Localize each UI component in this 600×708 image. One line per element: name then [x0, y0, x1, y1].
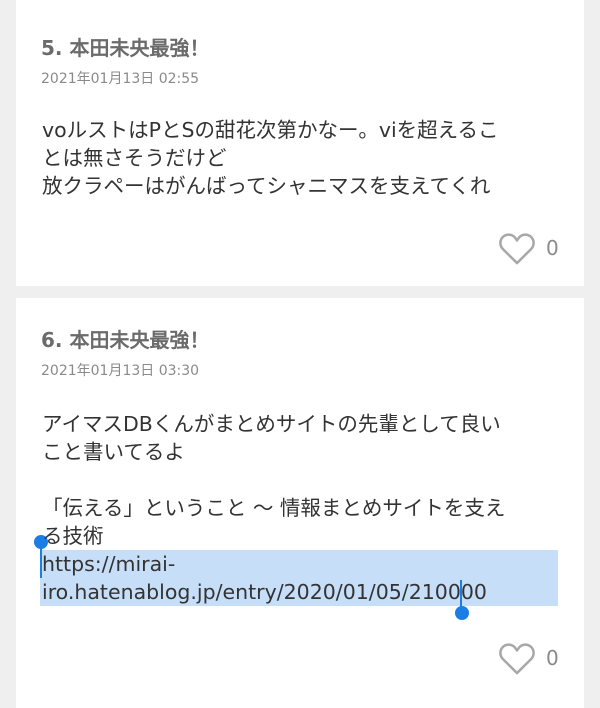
like-button[interactable]: 0 [498, 640, 559, 676]
post-link[interactable]: https://mirai- [42, 550, 562, 578]
post-body-line: る技術 [42, 524, 104, 548]
heart-outline-icon [499, 233, 535, 265]
like-count: 0 [546, 236, 559, 260]
post-card-5: 5. 本田未央最強！ 2021年01月13日 02:55 voルストはPとSの甜… [16, 0, 584, 286]
heart-outline-icon [499, 643, 535, 675]
post-body-line: アイマスDBくんがまとめサイトの先輩として良い [42, 412, 501, 436]
post-title: 5. 本田未央最強！ [41, 36, 210, 60]
post-body-line: 「伝える」ということ 〜 情報まとめサイトを支え [42, 496, 506, 520]
selection-end-handle[interactable] [455, 606, 469, 620]
like-button[interactable]: 0 [498, 230, 559, 266]
like-count: 0 [546, 646, 559, 670]
post-body: アイマスDBくんがまとめサイトの先輩として良い こと書いてるよ 「伝える」という… [42, 410, 562, 606]
post-body-line: とは無さそうだけど [42, 146, 227, 170]
post-body-line [42, 466, 562, 494]
post-date: 2021年01月13日 03:30 [41, 363, 200, 379]
post-date: 2021年01月13日 02:55 [41, 71, 200, 87]
post-body-line: 放クラペーはがんばってシャニマスを支えてくれ [42, 174, 491, 198]
post-body-line: voルストはPとSの甜花次第かなー。viを超えるこ [42, 118, 499, 142]
post-body-line: こと書いてるよ [42, 440, 185, 464]
post-link[interactable]: iro.hatenablog.jp/entry/2020/01/05/21000… [42, 578, 562, 606]
post-body: voルストはPとSの甜花次第かなー。viを超えるこ とは無さそうだけど 放クラペ… [42, 116, 562, 200]
post-title: 6. 本田未央最強！ [41, 328, 210, 352]
